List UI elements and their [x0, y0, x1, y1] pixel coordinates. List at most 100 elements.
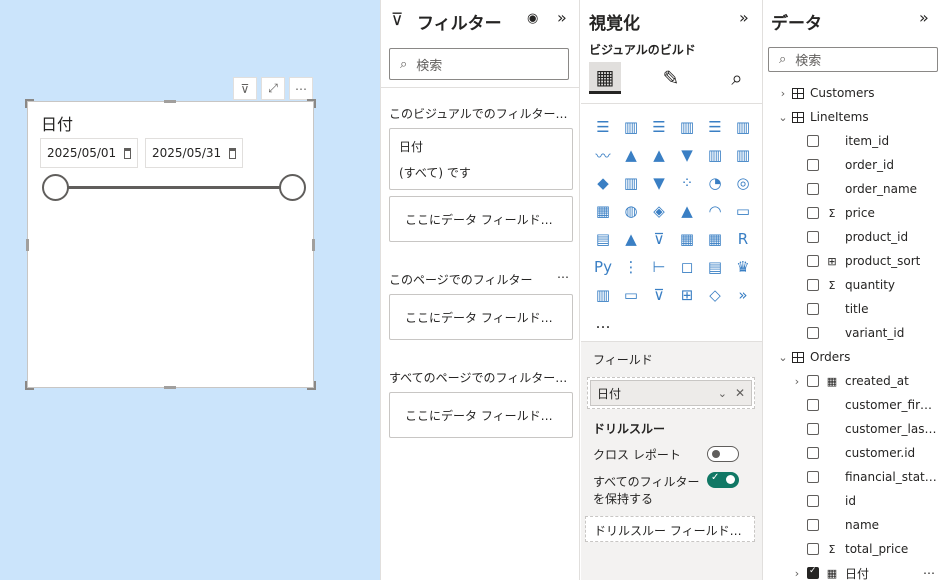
- clustered-bar-chart-icon[interactable]: ☰: [645, 113, 673, 141]
- page-drop-well[interactable]: ここにデータ フィールド…: [389, 294, 573, 340]
- stacked-bar-chart-icon[interactable]: ☰: [589, 113, 617, 141]
- pie-chart-icon[interactable]: ◔: [701, 169, 729, 197]
- card-icon[interactable]: ▭: [729, 197, 757, 225]
- filled-map-icon[interactable]: ◈: [645, 197, 673, 225]
- narrative-icon[interactable]: ▤: [701, 253, 729, 281]
- field-row[interactable]: variant_id: [763, 321, 941, 345]
- field-row[interactable]: product_id: [763, 225, 941, 249]
- field-checkbox[interactable]: [807, 159, 819, 171]
- line-stacked-column-icon[interactable]: ▥: [729, 141, 757, 169]
- paginated-report-icon[interactable]: ▥: [589, 281, 617, 309]
- decomposition-tree-icon[interactable]: ⊢: [645, 253, 673, 281]
- field-checkbox[interactable]: [807, 543, 819, 555]
- line-chart-icon[interactable]: 〰: [589, 141, 617, 169]
- clustered-column-chart-icon[interactable]: ▥: [673, 113, 701, 141]
- chevron-right-icon[interactable]: ›: [777, 87, 789, 100]
- cross-report-toggle[interactable]: [707, 446, 739, 462]
- field-row[interactable]: Σtotal_price: [763, 537, 941, 561]
- calendar-icon[interactable]: [229, 147, 236, 159]
- area-chart-icon[interactable]: ▲: [617, 141, 645, 169]
- qa-icon[interactable]: ◻: [673, 253, 701, 281]
- scatter-chart-icon[interactable]: ⁘: [673, 169, 701, 197]
- all-pages-drop-well[interactable]: ここにデータ フィールド…: [389, 392, 573, 438]
- python-visual-icon[interactable]: Py: [589, 253, 617, 281]
- matrix-icon[interactable]: ▦: [701, 225, 729, 253]
- table-customers[interactable]: › Customers: [763, 81, 941, 105]
- start-slider-handle[interactable]: [42, 174, 69, 201]
- chevron-right-icon[interactable]: ›: [791, 567, 803, 580]
- resize-handle[interactable]: [25, 381, 34, 390]
- waterfall-chart-icon[interactable]: ▥: [617, 169, 645, 197]
- field-row[interactable]: order_name: [763, 177, 941, 201]
- report-canvas[interactable]: ⊽ ⤢ ⋯ 日付 2025/05/01 2025/05/31: [0, 0, 380, 580]
- keep-filters-toggle[interactable]: ✓: [707, 472, 739, 488]
- field-row[interactable]: id: [763, 489, 941, 513]
- field-row[interactable]: title: [763, 297, 941, 321]
- field-checkbox[interactable]: [807, 327, 819, 339]
- key-influencers-icon[interactable]: ⋮: [617, 253, 645, 281]
- end-slider-handle[interactable]: [279, 174, 306, 201]
- field-row[interactable]: financial_status: [763, 465, 941, 489]
- r-visual-icon[interactable]: R: [729, 225, 757, 253]
- collapse-pane-icon[interactable]: »: [919, 8, 929, 27]
- line-column-chart-icon[interactable]: ▥: [701, 141, 729, 169]
- chevron-down-icon[interactable]: ⌄: [777, 351, 789, 364]
- close-icon[interactable]: ✕: [735, 386, 745, 400]
- gauge-icon[interactable]: ◠: [701, 197, 729, 225]
- chevron-down-icon[interactable]: ⌄: [718, 387, 727, 400]
- field-row[interactable]: name: [763, 513, 941, 537]
- data-search-input[interactable]: ⌕ 検索: [768, 47, 938, 72]
- field-checkbox[interactable]: [807, 279, 819, 291]
- donut-chart-icon[interactable]: ◎: [729, 169, 757, 197]
- more-options-icon[interactable]: ⋯: [557, 270, 569, 284]
- chevron-right-icon[interactable]: ›: [791, 375, 803, 388]
- analytics-tab-icon[interactable]: ⌕: [721, 62, 753, 94]
- stacked-area-chart-icon[interactable]: ▲: [645, 141, 673, 169]
- eye-icon[interactable]: ◉: [527, 11, 538, 26]
- table-lineitems[interactable]: ⌄ LineItems: [763, 105, 941, 129]
- field-checkbox[interactable]: [807, 471, 819, 483]
- 100-column-chart-icon[interactable]: ▥: [729, 113, 757, 141]
- field-chip[interactable]: 日付 ⌄ ✕: [590, 380, 752, 406]
- chevron-down-icon[interactable]: ⌄: [777, 111, 789, 124]
- field-row[interactable]: customer_last_…: [763, 417, 941, 441]
- kpi-icon[interactable]: ▲: [617, 225, 645, 253]
- filter-icon[interactable]: ⊽: [233, 77, 257, 100]
- table-icon[interactable]: ▦: [673, 225, 701, 253]
- field-checkbox[interactable]: [807, 207, 819, 219]
- field-row[interactable]: item_id: [763, 129, 941, 153]
- button-slicer-icon[interactable]: ⊽: [645, 281, 673, 309]
- calendar-icon[interactable]: [124, 147, 131, 159]
- field-row[interactable]: Σprice: [763, 201, 941, 225]
- resize-handle[interactable]: [307, 99, 316, 108]
- visual-drop-well[interactable]: ここにデータ フィールド…: [389, 196, 573, 242]
- funnel-chart-icon[interactable]: ▼: [645, 169, 673, 197]
- treemap-icon[interactable]: ▦: [589, 197, 617, 225]
- start-date-input[interactable]: 2025/05/01: [40, 138, 138, 168]
- field-checkbox[interactable]: [807, 495, 819, 507]
- 100-area-chart-icon[interactable]: ▼: [673, 141, 701, 169]
- resize-handle[interactable]: [26, 239, 29, 251]
- more-visuals-icon[interactable]: …: [589, 309, 617, 337]
- collapse-pane-icon[interactable]: »: [557, 8, 567, 27]
- field-row[interactable]: › ▦ 日付 ⋯: [763, 561, 941, 580]
- multi-row-card-icon[interactable]: ▤: [589, 225, 617, 253]
- field-checkbox[interactable]: [807, 183, 819, 195]
- azure-map-icon[interactable]: ▲: [673, 197, 701, 225]
- focus-mode-icon[interactable]: ⤢: [261, 77, 285, 100]
- collapse-pane-icon[interactable]: »: [739, 8, 749, 27]
- field-well[interactable]: 日付 ⌄ ✕: [587, 377, 755, 409]
- map-icon[interactable]: ◍: [617, 197, 645, 225]
- more-options-icon[interactable]: ⋯: [923, 566, 935, 580]
- 100-bar-chart-icon[interactable]: ☰: [701, 113, 729, 141]
- field-row[interactable]: › ▦ created_at: [763, 369, 941, 393]
- power-automate-icon[interactable]: »: [729, 281, 757, 309]
- field-checkbox[interactable]: [807, 423, 819, 435]
- resize-handle[interactable]: [312, 239, 315, 251]
- ribbon-chart-icon[interactable]: ◆: [589, 169, 617, 197]
- field-checkbox[interactable]: [807, 375, 819, 387]
- build-visual-tab-icon[interactable]: ▦: [589, 62, 621, 94]
- field-row[interactable]: customer.id: [763, 441, 941, 465]
- drillthrough-well[interactable]: ドリルスルー フィールド…: [585, 516, 755, 542]
- goals-icon[interactable]: ♛: [729, 253, 757, 281]
